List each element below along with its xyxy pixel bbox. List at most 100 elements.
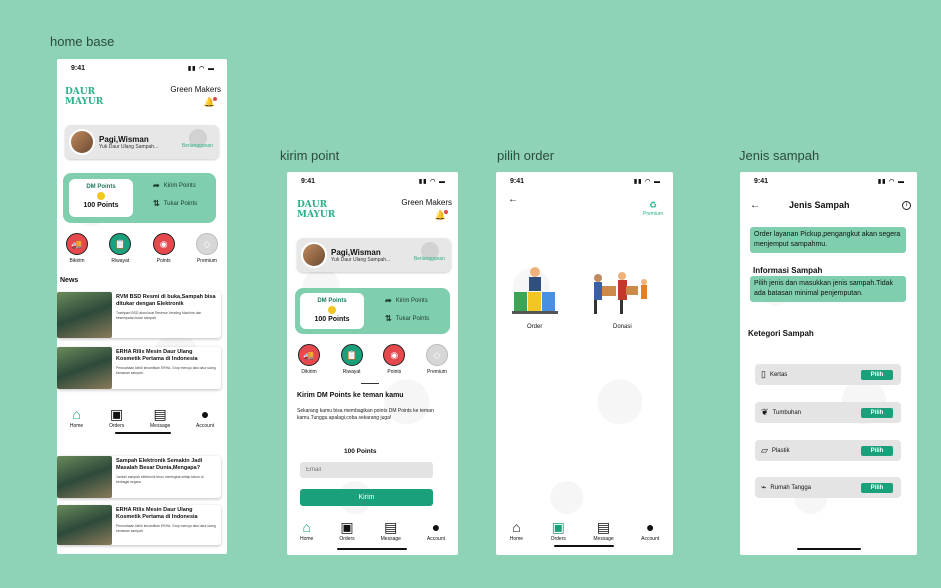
nav-message[interactable]: ▤ Message bbox=[381, 520, 401, 542]
menu-item-bikirim[interactable]: 🚚 Bikirim bbox=[61, 233, 93, 264]
back-arrow-icon[interactable]: ← bbox=[508, 194, 518, 205]
pick-button[interactable]: Pilih bbox=[861, 482, 893, 493]
pick-button[interactable]: Pilih bbox=[861, 369, 893, 380]
nav-home[interactable]: ⌂ Home bbox=[300, 520, 313, 542]
menu-item-riwayat[interactable]: 📋 Riwayat bbox=[104, 233, 136, 264]
news-card[interactable]: RVM BSD Resmi di buka,Sampah bisa dituka… bbox=[57, 292, 221, 338]
nav-orders[interactable]: ▣ Orders bbox=[551, 520, 566, 542]
bottom-nav: ⌂ Home ▣ Orders ▤ Message ● Account bbox=[496, 518, 673, 542]
coins-icon: ◉ bbox=[152, 233, 175, 255]
news-card[interactable]: ERHA Rilis Mesin Daur Ulang Kosmetik Per… bbox=[57, 347, 221, 389]
signal-battery-icon: ▮▮ ◠ ▬ bbox=[877, 179, 905, 185]
category-name: Rumah Tangga bbox=[770, 484, 812, 491]
status-time: 9:41 bbox=[754, 178, 769, 185]
send-points-label: Kirim Points bbox=[395, 297, 428, 304]
account-icon: ● bbox=[431, 519, 441, 535]
nav-label: Home bbox=[69, 423, 84, 429]
greeting-card[interactable]: Pagi,Wisman Yuk Daur Ulang Sampah... Ber… bbox=[65, 125, 219, 159]
send-form-description: Sekarang kamu bisa membagikan points DM … bbox=[297, 408, 434, 421]
bell-icon[interactable]: 🔔 bbox=[204, 97, 218, 108]
greeting-card[interactable]: Pagi,Wisman Yuk Daur Ulang Sampah... Ber… bbox=[297, 238, 451, 272]
menu-label: Points bbox=[156, 258, 171, 264]
nav-account[interactable]: ● Account bbox=[641, 520, 659, 542]
menu-item-points[interactable]: ◉ Points bbox=[378, 344, 410, 375]
menu-label: Bikirim bbox=[69, 258, 85, 264]
home-indicator bbox=[554, 545, 614, 547]
nav-orders[interactable]: ▣ Orders bbox=[109, 407, 124, 429]
send-points-button[interactable]: ➦ Kirim Points bbox=[153, 181, 196, 190]
news-summary: Trashpart BSD akan buat Reverse Vending … bbox=[116, 311, 202, 320]
news-image bbox=[57, 347, 112, 389]
logo-line-1: DAUR bbox=[297, 200, 328, 210]
category-name: Tumbuhan bbox=[772, 409, 802, 416]
order-option[interactable] bbox=[510, 264, 560, 316]
news-headline: Sampah Elektronik Semakin Jadi Masalah B… bbox=[116, 458, 203, 471]
swap-points-label: Tukar Points bbox=[395, 315, 430, 322]
signal-battery-icon: ▮▮ ◠ ▬ bbox=[187, 66, 215, 72]
news-card[interactable]: Sampah Elektronik Semakin Jadi Masalah B… bbox=[57, 456, 221, 498]
pick-button[interactable]: Pilih bbox=[861, 445, 893, 456]
points-value: 100 Points bbox=[83, 202, 119, 209]
nav-message[interactable]: ▤ Message bbox=[150, 407, 170, 429]
logo-line-1: DAUR bbox=[65, 87, 96, 97]
menu-label: Riwayat bbox=[111, 258, 130, 264]
greeting-subtitle: Yuk Daur Ulang Sampah... bbox=[331, 256, 391, 263]
back-arrow-icon[interactable]: ← bbox=[750, 200, 760, 211]
status-time: 9:41 bbox=[510, 178, 525, 185]
menu-item-points[interactable]: ◉ Points bbox=[148, 233, 180, 264]
signal-battery-icon: ▮▮ ◠ ▬ bbox=[633, 179, 661, 185]
home-icon: ⌂ bbox=[302, 519, 311, 535]
frame-label-order: pilih order bbox=[497, 148, 555, 163]
frame-label-jenis: Jenis sampah bbox=[739, 148, 820, 163]
category-row-tumbuhan: ❦ Tumbuhan Pilih bbox=[755, 402, 901, 423]
news-headline: ERHA Rilis Mesin Daur Ulang Kosmetik Per… bbox=[116, 507, 198, 520]
subscription-badge[interactable]: Berlangganan bbox=[414, 256, 445, 262]
nav-message[interactable]: ▤ Message bbox=[593, 520, 613, 542]
nav-account[interactable]: ● Account bbox=[427, 520, 445, 542]
donation-label: Donasi bbox=[613, 324, 632, 330]
swap-points-button[interactable]: ⇅ Tukar Points bbox=[153, 199, 197, 208]
news-card[interactable]: ERHA Rilis Mesin Daur Ulang Kosmetik Per… bbox=[57, 505, 221, 545]
message-icon: ▤ bbox=[384, 519, 398, 535]
nav-label: Home bbox=[300, 536, 314, 542]
jenis-screen: 9:41 ▮▮ ◠ ▬ ← Jenis Sampah i Order layan… bbox=[740, 172, 917, 555]
nav-label: Account bbox=[641, 536, 660, 542]
swap-icon: ⇅ bbox=[385, 314, 392, 323]
menu-item-riwayat[interactable]: 📋 Riwayat bbox=[336, 344, 368, 375]
app-logo: DAUR MAYUR bbox=[297, 200, 335, 220]
menu-item-premium[interactable]: ◇ Premium bbox=[191, 233, 223, 264]
category-row-plastik: ▱ Plastik Pilih bbox=[755, 440, 901, 461]
send-points-button[interactable]: ➦ Kirim Points bbox=[385, 296, 428, 305]
subscription-badge[interactable]: Berlangganan bbox=[182, 143, 213, 149]
points-label: DM Points bbox=[86, 184, 116, 190]
home-indicator bbox=[797, 548, 861, 550]
info-section-title: Informasi Sampah bbox=[753, 266, 823, 275]
paper-icon: ▯ bbox=[761, 369, 766, 379]
send-button[interactable]: Kirim bbox=[300, 489, 433, 506]
menu-label: Dikirim bbox=[301, 369, 317, 375]
sheet-handle bbox=[361, 383, 379, 384]
bell-icon[interactable]: 🔔 bbox=[435, 210, 449, 221]
premium-button[interactable]: ♻ Premium bbox=[643, 200, 663, 217]
logo-line-2: MAYUR bbox=[65, 97, 104, 107]
category-row-kertas: ▯ Kertas Pilih bbox=[755, 364, 901, 385]
home-icon: ⌂ bbox=[512, 519, 521, 535]
status-bar: 9:41 ▮▮ ◠ ▬ bbox=[71, 65, 215, 72]
nav-orders[interactable]: ▣ Orders bbox=[339, 520, 354, 542]
home-indicator bbox=[337, 548, 407, 550]
logo-line-2: MAYUR bbox=[297, 210, 336, 220]
menu-item-premium[interactable]: ◇ Premium bbox=[421, 344, 453, 375]
nav-home[interactable]: ⌂ Home bbox=[70, 407, 83, 429]
nav-account[interactable]: ● Account bbox=[196, 407, 214, 429]
swap-icon: ⇅ bbox=[153, 199, 160, 208]
avatar bbox=[69, 129, 95, 155]
info-bubble-pickup: Order layanan Pickup,pengangkut akan seg… bbox=[750, 227, 906, 253]
donation-option[interactable] bbox=[586, 268, 654, 316]
nav-home[interactable]: ⌂ Home bbox=[510, 520, 523, 542]
pick-button[interactable]: Pilih bbox=[861, 407, 893, 418]
email-input[interactable] bbox=[300, 462, 433, 478]
swap-points-button[interactable]: ⇅ Tukar Points bbox=[385, 314, 429, 323]
menu-item-dikirim[interactable]: 🚚 Dikirim bbox=[293, 344, 325, 375]
info-icon[interactable]: i bbox=[902, 201, 911, 210]
status-bar: 9:41 ▮▮ ◠ ▬ bbox=[754, 178, 905, 185]
